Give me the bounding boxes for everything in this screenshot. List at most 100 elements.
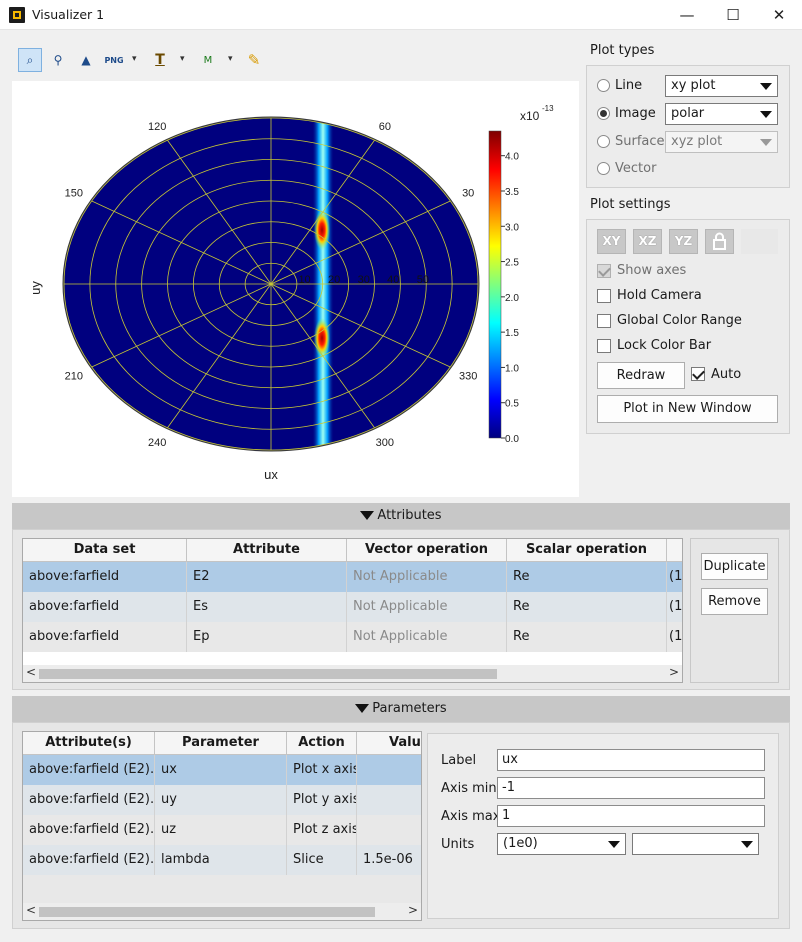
scroll-thumb[interactable]	[39, 669, 497, 679]
column-header-value[interactable]: Value	[357, 732, 421, 755]
plot-types-title: Plot types	[590, 43, 655, 58]
auto-checkbox[interactable]	[691, 367, 705, 381]
attributes-hscrollbar[interactable]: < >	[23, 665, 682, 682]
scroll-thumb[interactable]	[39, 907, 375, 917]
parameters-table[interactable]: Attribute(s) Parameter Action Value abov…	[22, 731, 422, 921]
cell-parameter: ux	[155, 755, 287, 785]
plot-settings-title: Plot settings	[590, 197, 671, 212]
label-input[interactable]: ux	[497, 749, 765, 771]
png-dropdown-icon[interactable]: ▾	[132, 54, 137, 64]
cell-extra: (1e	[669, 629, 683, 644]
surface-label: Surface	[615, 134, 665, 149]
cell-value	[357, 815, 421, 845]
radio-vector[interactable]	[597, 162, 610, 175]
table-row[interactable]: above:farfield (E2)... ux Plot x axis	[23, 755, 421, 785]
cell-parameter: uz	[155, 815, 287, 845]
line-type-select[interactable]: xy plot	[665, 75, 778, 97]
global-color-range-label: Global Color Range	[617, 313, 742, 328]
axis-min-input[interactable]: -1	[497, 777, 765, 799]
cell-attributes: above:farfield (E2)...	[23, 785, 155, 815]
scroll-right-icon[interactable]: >	[669, 665, 679, 679]
plot-area[interactable]: 60 30 330 300 240 210 150 120 10 20 30 40 50 ux uy …	[12, 81, 579, 497]
column-header-dataset[interactable]: Data set	[23, 539, 187, 562]
angle-label: 150	[65, 188, 83, 200]
cell-vector-op: Not Applicable	[347, 592, 507, 622]
parameters-hscrollbar[interactable]: < >	[23, 903, 421, 920]
column-header-parameter[interactable]: Parameter	[155, 732, 287, 755]
units-select[interactable]: (1e0)	[497, 833, 626, 855]
column-header-extra[interactable]	[667, 539, 682, 562]
scroll-right-icon[interactable]: >	[408, 903, 418, 917]
attributes-table[interactable]: Data set Attribute Vector operation Scal…	[22, 538, 683, 683]
column-header-vector-op[interactable]: Vector operation	[347, 539, 507, 562]
show-axes-label: Show axes	[617, 263, 687, 278]
redraw-button[interactable]: Redraw	[597, 362, 685, 389]
chevron-down-icon	[608, 841, 620, 848]
angle-label: 240	[148, 437, 166, 449]
table-row[interactable]: above:farfield (E2)... lambda Slice 1.5e…	[23, 845, 421, 875]
colorbar-tick-label: 4.0	[505, 152, 519, 163]
axis-min-label: Axis min	[441, 781, 497, 796]
scroll-left-icon[interactable]: <	[26, 665, 36, 679]
cell-parameter: lambda	[155, 845, 287, 875]
view-yz-button: YZ	[669, 229, 698, 254]
table-row[interactable]: above:farfield (E2)... uz Plot z axis	[23, 815, 421, 845]
close-button[interactable]: ✕	[756, 0, 802, 30]
units-value: (1e0)	[503, 836, 538, 851]
duplicate-button[interactable]: Duplicate	[701, 553, 768, 580]
polar-plot: 6030330300240210150120 10 20 30 40 50 ux uy …	[28, 104, 554, 482]
view-xy-button: XY	[597, 229, 626, 254]
cell-extra: (1e	[669, 569, 683, 584]
plot-new-window-button[interactable]: Plot in New Window	[597, 395, 778, 423]
window-title: Visualizer 1	[32, 7, 105, 22]
lock-icon	[713, 232, 726, 250]
colorbar-tick-label: 3.5	[505, 187, 519, 198]
lock-color-bar-checkbox[interactable]	[597, 339, 611, 353]
cell-parameter: uy	[155, 785, 287, 815]
scroll-left-icon[interactable]: <	[26, 903, 36, 917]
table-row[interactable]: above:farfield (E2)... uy Plot y axis	[23, 785, 421, 815]
chevron-down-icon	[741, 841, 753, 848]
remove-button[interactable]: Remove	[701, 588, 768, 615]
minimize-button[interactable]: —	[664, 0, 710, 30]
zoom-fit-icon[interactable]: ⌕	[18, 48, 42, 72]
png-export-icon[interactable]: PNG	[102, 48, 126, 72]
column-header-scalar-op[interactable]: Scalar operation	[507, 539, 667, 562]
angle-label: 120	[148, 121, 166, 133]
attributes-header[interactable]: Attributes	[12, 503, 790, 529]
parameters-header[interactable]: Parameters	[12, 696, 790, 722]
units-secondary-select[interactable]	[632, 833, 759, 855]
table-row[interactable]: above:farfield Es Not Applicable Re (1e	[23, 592, 682, 622]
maximize-button[interactable]: ☐	[710, 0, 756, 30]
image-type-value: polar	[671, 106, 705, 121]
radio-image[interactable]	[597, 107, 610, 120]
parameters-header-label: Parameters	[372, 701, 447, 716]
radius-label: 40	[387, 274, 399, 286]
pencil-icon[interactable]: ✎	[242, 48, 266, 72]
image-type-select[interactable]: polar	[665, 103, 778, 125]
units-label: Units	[441, 837, 475, 852]
column-header-attribute[interactable]: Attribute	[187, 539, 347, 562]
marker-dropdown-icon[interactable]: ▾	[228, 54, 233, 64]
angle-label: 30	[462, 188, 474, 200]
radius-label: 50	[417, 274, 429, 286]
colorbar-tick-label: 2.0	[505, 293, 519, 304]
radius-label: 20	[328, 274, 340, 286]
column-header-attributes[interactable]: Attribute(s)	[23, 732, 155, 755]
axis-max-input[interactable]: 1	[497, 805, 765, 827]
table-row[interactable]: above:farfield Ep Not Applicable Re (1e	[23, 622, 683, 652]
surface-type-value: xyz plot	[671, 134, 723, 149]
peaks-icon[interactable]: ▲	[74, 48, 98, 72]
text-tool-icon[interactable]: T	[148, 48, 172, 72]
global-color-range-checkbox[interactable]	[597, 314, 611, 328]
hold-camera-checkbox[interactable]	[597, 289, 611, 303]
marker-tool-icon[interactable]: M	[196, 48, 220, 72]
cell-attributes: above:farfield (E2)...	[23, 845, 155, 875]
text-dropdown-icon[interactable]: ▾	[180, 54, 185, 64]
radio-line[interactable]	[597, 79, 610, 92]
colorbar-tick-label: 2.5	[505, 258, 519, 269]
table-row[interactable]: above:farfield E2 Not Applicable Re (1e	[23, 562, 683, 592]
radio-surface[interactable]	[597, 135, 610, 148]
column-header-action[interactable]: Action	[287, 732, 357, 755]
zoom-icon[interactable]: ⚲	[46, 48, 70, 72]
